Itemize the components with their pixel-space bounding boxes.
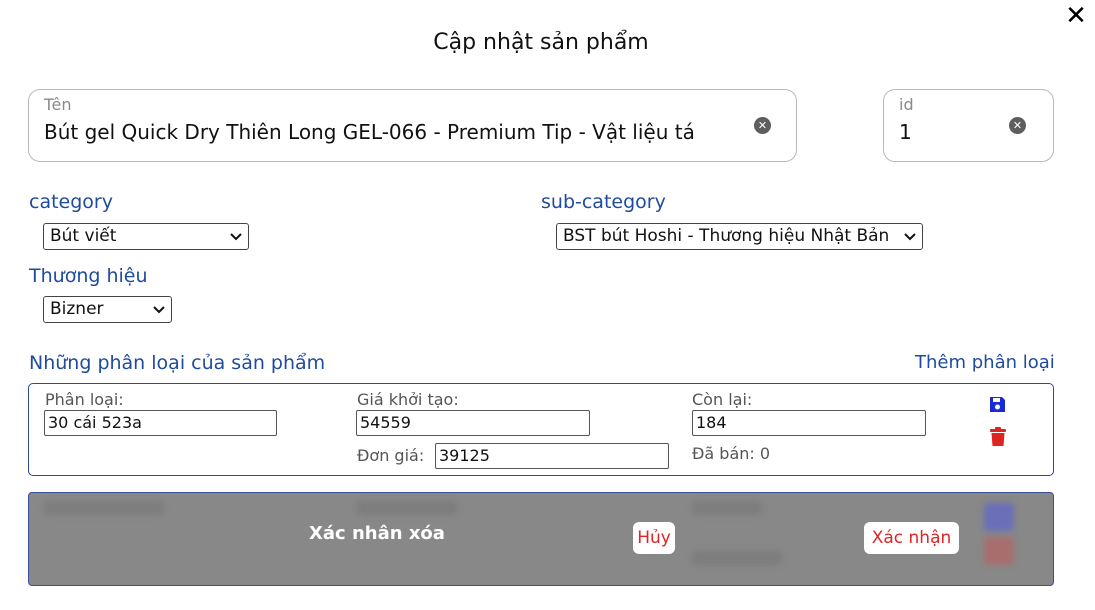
chevron-down-icon — [153, 306, 165, 314]
blurred-label — [44, 501, 164, 515]
sub-category-label: sub-category — [541, 191, 666, 213]
brand-select-value: Bizner — [50, 299, 104, 319]
variant-type-label: Phân loại: — [45, 390, 124, 409]
chevron-down-icon — [904, 233, 916, 241]
cancel-button[interactable]: Hủy — [633, 522, 675, 554]
clear-circle-icon[interactable]: ✕ — [1009, 117, 1026, 134]
variant-type-input[interactable]: 30 cái 523a — [44, 410, 277, 436]
blurred-label — [692, 551, 782, 565]
id-field[interactable]: id 1 ✕ — [883, 89, 1054, 162]
blurred-label — [692, 501, 762, 515]
category-select[interactable]: Bút viết — [43, 223, 249, 250]
remaining-label: Còn lại: — [692, 390, 753, 409]
unit-price-label: Đơn giá: — [357, 446, 425, 465]
name-field[interactable]: Tên Bút gel Quick Dry Thiên Long GEL-066… — [28, 89, 797, 162]
name-field-label: Tên — [44, 95, 72, 114]
variants-section-title: Những phân loại của sản phẩm — [29, 352, 326, 374]
brand-label: Thương hiệu — [29, 265, 148, 287]
chevron-down-icon — [230, 233, 242, 241]
sub-category-select-value: BST bút Hoshi - Thương hiệu Nhật Bản — [563, 226, 890, 246]
add-variant-link[interactable]: Thêm phân loại — [915, 352, 1055, 373]
dialog-title: Cập nhật sản phẩm — [433, 30, 649, 55]
unit-price-input[interactable]: 39125 — [435, 443, 669, 469]
category-label: category — [29, 191, 113, 213]
remaining-input[interactable]: 184 — [692, 410, 926, 436]
sub-category-select[interactable]: BST bút Hoshi - Thương hiệu Nhật Bản — [556, 223, 923, 250]
confirm-button[interactable]: Xác nhận — [864, 522, 959, 554]
category-select-value: Bút viết — [50, 226, 117, 246]
confirm-delete-message: Xác nhân xóa — [309, 523, 445, 544]
trash-icon[interactable] — [990, 427, 1006, 446]
id-field-label: id — [899, 95, 914, 114]
brand-select[interactable]: Bizner — [43, 296, 172, 323]
sold-count: Đã bán: 0 — [692, 444, 771, 463]
initial-price-input[interactable]: 54559 — [356, 410, 590, 436]
floppy-disk-icon[interactable] — [989, 396, 1006, 413]
variant-row: Phân loại: 30 cái 523a Giá khởi tạo: 545… — [28, 383, 1054, 476]
blurred-delete-icon — [984, 537, 1014, 565]
close-button[interactable]: ✕ — [1062, 2, 1090, 30]
clear-circle-icon[interactable]: ✕ — [754, 117, 771, 134]
name-input[interactable]: Bút gel Quick Dry Thiên Long GEL-066 - P… — [44, 120, 734, 144]
id-input[interactable]: 1 — [899, 120, 999, 144]
close-icon: ✕ — [1065, 1, 1087, 31]
initial-price-label: Giá khởi tạo: — [357, 390, 459, 409]
confirm-delete-overlay: Xác nhân xóa Hủy Xác nhận — [28, 492, 1054, 586]
blurred-save-icon — [984, 503, 1014, 531]
blurred-label — [357, 501, 457, 515]
